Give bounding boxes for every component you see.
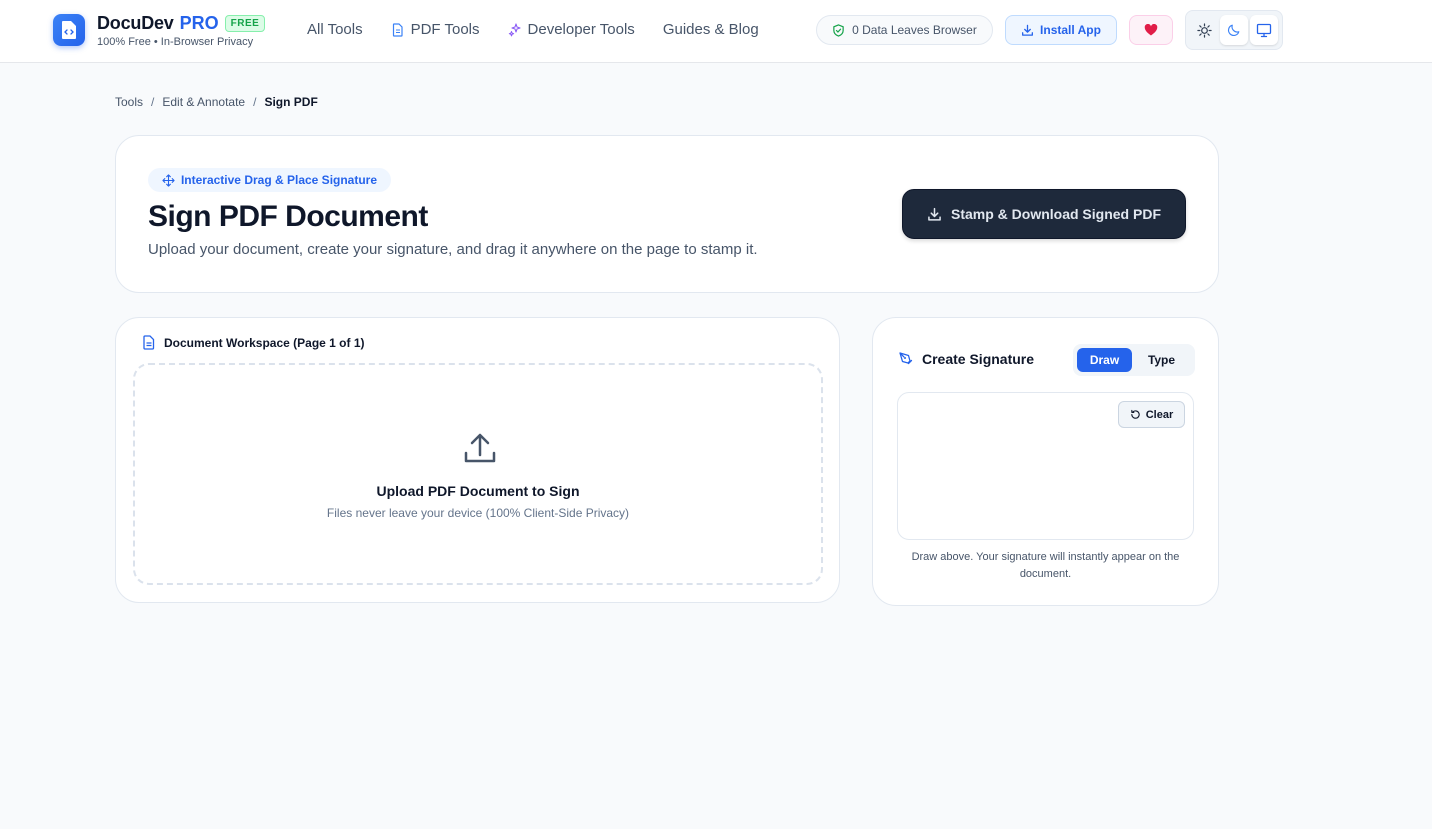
upload-title: Upload PDF Document to Sign [376,483,580,499]
top-header: DocuDev PRO FREE 100% Free • In-Browser … [0,0,1432,63]
nav-label: Guides & Blog [662,21,759,38]
nav-label: PDF Tools [410,21,480,38]
move-icon [162,173,175,187]
signature-panel: Create Signature Draw Type Clear Draw ab… [872,317,1219,606]
nav-label: Developer Tools [527,21,635,38]
clear-label: Clear [1145,408,1174,421]
install-app-button[interactable]: Install App [1005,15,1117,45]
hero-card: Interactive Drag & Place Signature Sign … [115,135,1219,293]
nav-developer-tools[interactable]: Developer Tools [508,21,635,38]
logo[interactable] [53,14,85,46]
brand[interactable]: DocuDev PRO FREE [97,13,266,34]
sun-icon [1196,22,1212,38]
pen-tool-icon [899,352,913,365]
heart-icon [1144,24,1158,36]
feature-badge: Interactive Drag & Place Signature [148,168,391,192]
install-label: Install App [1040,23,1101,37]
breadcrumb-separator: / [151,95,155,109]
brand-name: DocuDev [97,13,174,33]
page-title: Sign PDF Document [148,200,428,233]
breadcrumb-separator: / [253,95,257,109]
tab-type[interactable]: Type [1132,348,1191,372]
signature-title: Create Signature [922,351,1035,367]
theme-light-button[interactable] [1190,15,1218,45]
sparkle-icon [508,22,521,36]
main-nav: All Tools PDF Tools Developer Tools Guid… [307,21,787,38]
breadcrumb-tools[interactable]: Tools [115,95,143,109]
nav-guides-blog[interactable]: Guides & Blog [663,21,759,38]
brand-pro: PRO [179,13,219,33]
theme-dark-button[interactable] [1220,15,1248,45]
download-icon [1022,24,1034,36]
theme-system-button[interactable] [1250,15,1278,45]
download-icon [928,207,941,221]
reset-icon [1131,409,1140,419]
signature-header: Create Signature [898,351,1034,367]
stamp-download-button[interactable]: Stamp & Download Signed PDF [902,189,1186,239]
privacy-badge: 0 Data Leaves Browser [816,15,993,45]
code-file-icon [62,21,76,39]
document-icon [143,335,155,350]
feature-badge-text: Interactive Drag & Place Signature [180,173,378,187]
breadcrumb: Tools / Edit & Annotate / Sign PDF [115,95,318,109]
tab-draw[interactable]: Draw [1077,348,1132,372]
nav-all-tools[interactable]: All Tools [307,21,363,38]
nav-pdf-tools[interactable]: PDF Tools [391,21,480,38]
theme-switcher [1185,10,1283,50]
shield-check-icon [833,23,844,37]
signature-help-text: Draw above. Your signature will instantl… [911,551,1180,580]
clear-signature-button[interactable]: Clear [1118,401,1185,428]
monitor-icon [1256,23,1272,37]
breadcrumb-current: Sign PDF [264,95,318,109]
support-button[interactable] [1129,15,1173,45]
workspace-header: Document Workspace (Page 1 of 1) [142,335,365,350]
stamp-download-label: Stamp & Download Signed PDF [950,206,1161,222]
upload-subtitle: Files never leave your device (100% Clie… [326,506,630,520]
brand-tagline: 100% Free • In-Browser Privacy [97,36,254,48]
file-icon [392,22,403,37]
signature-mode-tabs: Draw Type [1073,344,1195,376]
privacy-text: 0 Data Leaves Browser [852,23,977,37]
moon-icon [1228,24,1240,36]
free-badge: FREE [224,15,266,32]
pdf-upload-dropzone[interactable]: Upload PDF Document to Sign Files never … [133,363,823,585]
breadcrumb-edit-annotate[interactable]: Edit & Annotate [162,95,245,109]
workspace-title: Document Workspace (Page 1 of 1) [164,335,365,350]
nav-label: All Tools [307,21,363,38]
upload-icon [464,433,496,463]
signature-draw-canvas[interactable]: Clear [897,392,1194,540]
document-workspace: Document Workspace (Page 1 of 1) Upload … [115,317,840,603]
page-subtitle: Upload your document, create your signat… [148,241,758,258]
